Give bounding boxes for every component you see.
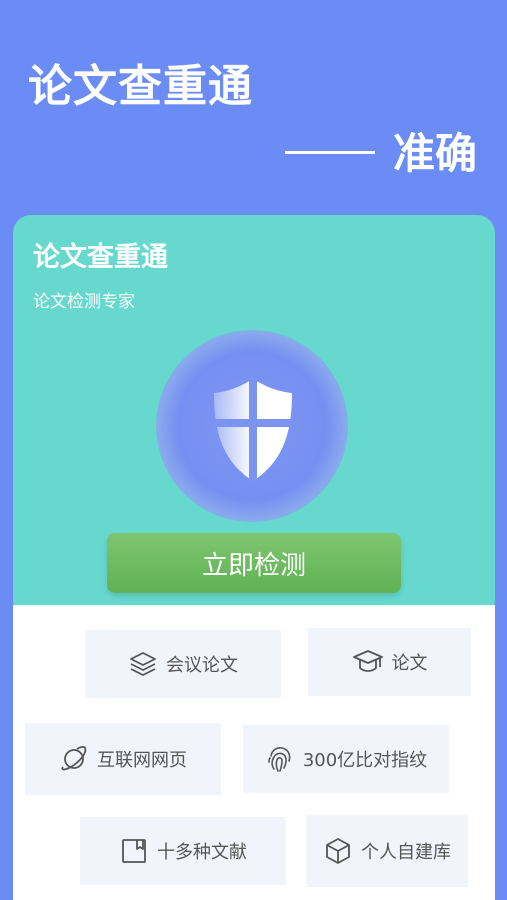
hero-title: 论文查重通 (28, 61, 253, 112)
detect-now-button[interactable]: 立即检测 (107, 533, 401, 593)
shield-glow (156, 330, 348, 522)
check-card: 论文查重通 论文检测专家 立即检测 (13, 215, 495, 618)
document-icon (122, 839, 146, 863)
layers-icon (130, 652, 156, 676)
feature-panel: 会议论文 论文 互联网网页 300亿比对指纹 十多种文献 个人自建库 (13, 605, 495, 900)
shield-icon (214, 379, 292, 481)
graduation-cap-icon (352, 650, 383, 672)
hero-subtitle: 准确 (284, 120, 477, 181)
feature-label: 十多种文献 (157, 842, 247, 863)
fingerprint-icon (268, 747, 291, 772)
cube-icon (326, 838, 350, 864)
feature-tile-papers[interactable]: 论文 (308, 628, 471, 696)
feature-label: 论文 (391, 653, 428, 674)
feature-tile-personal-library[interactable]: 个人自建库 (306, 815, 468, 887)
feature-label: 会议论文 (166, 655, 238, 676)
hero-dash-line (284, 151, 375, 154)
feature-tile-conference-papers[interactable]: 会议论文 (85, 630, 281, 698)
feature-label: 互联网网页 (97, 750, 187, 771)
card-title: 论文查重通 (33, 242, 168, 273)
hero-subtitle-text: 准确 (392, 129, 477, 178)
planet-icon (61, 746, 87, 771)
feature-label: 个人自建库 (361, 842, 451, 863)
feature-tile-literature-types[interactable]: 十多种文献 (80, 817, 286, 885)
feature-label: 300亿比对指纹 (302, 750, 428, 771)
feature-tile-fingerprints[interactable]: 300亿比对指纹 (243, 725, 449, 793)
feature-tile-web-pages[interactable]: 互联网网页 (25, 723, 221, 795)
card-subtitle: 论文检测专家 (33, 292, 135, 312)
